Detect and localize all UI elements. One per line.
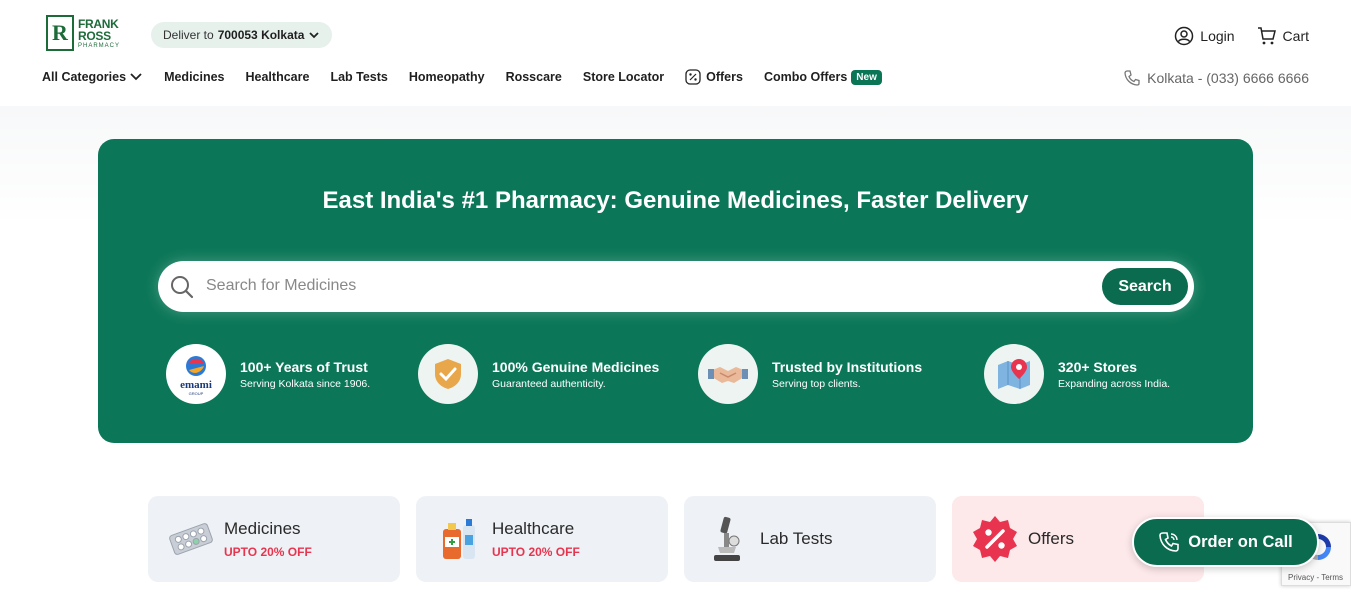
- category-name: Medicines: [224, 519, 301, 538]
- recaptcha-terms-link[interactable]: Terms: [1321, 573, 1343, 582]
- cart-icon: [1257, 27, 1276, 45]
- frank-ross-logo[interactable]: R FRANK ROSS PHARMACY: [46, 14, 128, 52]
- shield-check-icon: [418, 344, 478, 404]
- microscope-icon: [702, 514, 752, 564]
- percent-tag-icon: [685, 69, 701, 85]
- trust-title: 320+ Stores: [1058, 358, 1137, 375]
- healthcare-bottles-icon: [434, 514, 484, 564]
- nav-healthcare[interactable]: Healthcare: [246, 70, 310, 84]
- nav-combo-offers-label: Combo Offers: [763, 70, 848, 84]
- category-card-healthcare[interactable]: Healthcare UPTO 20% OFF: [416, 496, 668, 582]
- trust-text: 320+ Stores Expanding across India.: [1058, 359, 1170, 390]
- order-on-call-button[interactable]: Order on Call: [1132, 517, 1319, 567]
- user-icon: [1175, 26, 1194, 46]
- category-name: Offers: [1028, 529, 1074, 548]
- category-discount: UPTO 20% OFF: [492, 545, 580, 559]
- trust-text: 100% Genuine Medicines Guaranteed authen…: [492, 359, 659, 390]
- search-icon: [171, 276, 194, 299]
- category-text: Lab Tests: [760, 529, 832, 549]
- search-bar: Search: [158, 261, 1194, 312]
- category-text: Healthcare UPTO 20% OFF: [492, 519, 580, 559]
- percent-badge-icon: [970, 514, 1020, 564]
- category-name: Lab Tests: [760, 529, 833, 548]
- nav-combo-offers[interactable]: Combo Offers New: [763, 69, 882, 85]
- cart-button[interactable]: Cart: [1257, 26, 1309, 46]
- category-card-lab-tests[interactable]: Lab Tests: [684, 496, 936, 582]
- trust-desc: Serving top clients.: [772, 377, 861, 390]
- trust-item-genuine: 100% Genuine Medicines Guaranteed authen…: [418, 344, 659, 404]
- handshake-icon: [698, 344, 758, 404]
- trust-item-stores: 320+ Stores Expanding across India.: [984, 344, 1170, 404]
- svg-text:GROUP: GROUP: [189, 391, 204, 396]
- deliver-location: 700053 Kolkata: [217, 28, 305, 42]
- nav-all-categories-label: All Categories: [42, 70, 127, 84]
- nav-store-locator[interactable]: Store Locator: [583, 70, 664, 84]
- hero-title: East India's #1 Pharmacy: Genuine Medici…: [322, 187, 1029, 214]
- category-text: Offers: [1028, 529, 1074, 549]
- recaptcha-privacy-link[interactable]: Privacy: [1288, 573, 1314, 582]
- trust-title: 100% Genuine Medicines: [492, 358, 660, 375]
- map-pin-icon: [984, 344, 1044, 404]
- order-on-call-label: Order on Call: [1188, 532, 1293, 551]
- trust-item-years: emami GROUP 100+ Years of Trust Serving …: [166, 344, 370, 404]
- recaptcha-links: Privacy - Terms: [1288, 573, 1343, 582]
- trust-text: 100+ Years of Trust Serving Kolkata sinc…: [240, 359, 370, 390]
- login-button[interactable]: Login: [1174, 26, 1235, 46]
- logo-wordmark: FRANK ROSS PHARMACY: [78, 18, 120, 49]
- trust-title: Trusted by Institutions: [772, 358, 923, 375]
- category-discount: UPTO 20% OFF: [224, 545, 312, 559]
- trust-desc: Guaranteed authenticity.: [492, 377, 606, 390]
- category-text: Medicines UPTO 20% OFF: [224, 519, 312, 559]
- logo-mark: R: [46, 15, 74, 51]
- header-actions: Login Cart: [1152, 26, 1309, 46]
- contact-phone-text: Kolkata - (033) 6666 6666: [1147, 70, 1309, 86]
- deliver-location-selector[interactable]: Deliver to 700053 Kolkata: [151, 22, 333, 48]
- new-badge: New: [851, 69, 882, 85]
- trust-item-institutions: Trusted by Institutions Serving top clie…: [698, 344, 922, 404]
- emami-group-logo: emami GROUP: [166, 344, 226, 404]
- main-nav: All Categories Medicines Healthcare Lab …: [42, 69, 903, 85]
- chevron-down-icon: [130, 73, 142, 81]
- logo-line3: PHARMACY: [78, 42, 121, 49]
- search-input[interactable]: [206, 273, 1086, 299]
- phone-icon: [1159, 532, 1180, 552]
- category-name: Healthcare: [492, 519, 575, 538]
- trust-text: Trusted by Institutions Serving top clie…: [772, 359, 922, 390]
- nav-medicines[interactable]: Medicines: [164, 70, 224, 84]
- logo-line1: FRANK: [78, 16, 119, 31]
- cart-label: Cart: [1282, 28, 1309, 44]
- category-card-medicines[interactable]: Medicines UPTO 20% OFF: [148, 496, 400, 582]
- trust-desc: Serving Kolkata since 1906.: [240, 377, 371, 390]
- contact-phone[interactable]: Kolkata - (033) 6666 6666: [1123, 69, 1309, 87]
- logo-line2: ROSS: [78, 28, 111, 43]
- site-header: R FRANK ROSS PHARMACY Deliver to 700053 …: [0, 0, 1351, 106]
- chevron-down-icon: [309, 32, 320, 39]
- search-button[interactable]: Search: [1102, 268, 1188, 305]
- nav-offers[interactable]: Offers: [685, 69, 743, 85]
- trust-title: 100+ Years of Trust: [240, 358, 368, 375]
- deliver-prefix: Deliver to: [163, 28, 214, 42]
- hero-banner: East India's #1 Pharmacy: Genuine Medici…: [98, 139, 1253, 443]
- phone-icon: [1124, 70, 1140, 86]
- login-label: Login: [1200, 28, 1235, 44]
- nav-rosscare[interactable]: Rosscare: [506, 70, 562, 84]
- nav-homeopathy[interactable]: Homeopathy: [409, 70, 485, 84]
- nav-lab-tests[interactable]: Lab Tests: [330, 70, 387, 84]
- nav-all-categories[interactable]: All Categories: [42, 70, 143, 84]
- svg-text:emami: emami: [180, 379, 212, 391]
- nav-offers-label: Offers: [706, 70, 743, 84]
- pills-icon: [166, 514, 216, 564]
- trust-desc: Expanding across India.: [1058, 377, 1171, 390]
